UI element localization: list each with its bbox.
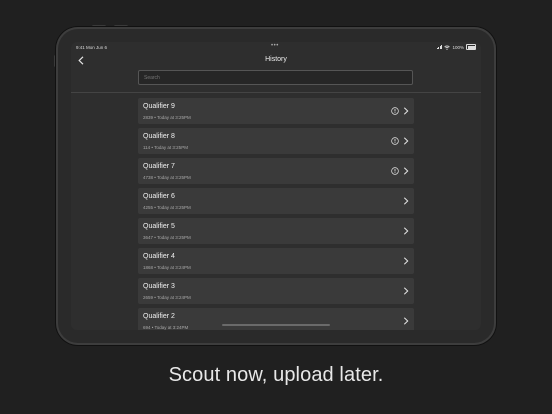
row-title: Qualifier 3 xyxy=(143,283,175,290)
navigation-bar: History xyxy=(71,52,481,68)
history-row[interactable]: Qualifier 5 3647 • Today at 3:25PM xyxy=(138,218,414,244)
history-row[interactable]: Qualifier 8 114 • Today at 3:25PM xyxy=(138,128,414,154)
status-time: 9:41 Mon Jun 6 xyxy=(76,45,107,50)
chevron-right-icon xyxy=(403,107,409,115)
row-title: Qualifier 4 xyxy=(143,253,175,260)
battery-percent: 100% xyxy=(452,44,464,50)
home-indicator[interactable] xyxy=(222,324,330,326)
row-subtitle: 4738 • Today at 3:25PM xyxy=(143,175,191,180)
row-subtitle: 2659 • Today at 3:24PM xyxy=(143,295,191,300)
row-subtitle: 2839 • Today at 3:25PM xyxy=(143,115,191,120)
chevron-right-icon xyxy=(403,167,409,175)
history-row[interactable]: Qualifier 6 4255 • Today at 3:25PM xyxy=(138,188,414,214)
status-bar: 9:41 Mon Jun 6 ••• 100% xyxy=(71,42,481,52)
chevron-right-icon xyxy=(403,227,409,235)
battery-icon xyxy=(466,44,476,50)
page-title: History xyxy=(265,56,287,63)
wifi-icon xyxy=(444,45,451,50)
status-date-text: Mon Jun 6 xyxy=(86,45,108,50)
row-subtitle: 114 • Today at 3:25PM xyxy=(143,145,188,150)
search-input[interactable] xyxy=(138,70,413,85)
row-title: Qualifier 9 xyxy=(143,103,175,110)
row-subtitle: 4255 • Today at 3:25PM xyxy=(143,205,191,210)
history-row[interactable]: Qualifier 2 694 • Today at 3:24PM xyxy=(138,308,414,330)
chevron-right-icon xyxy=(403,317,409,325)
alert-icon xyxy=(391,167,399,175)
row-title: Qualifier 7 xyxy=(143,163,175,170)
chevron-right-icon xyxy=(403,287,409,295)
row-subtitle: 1868 • Today at 3:24PM xyxy=(143,265,191,270)
row-title: Qualifier 2 xyxy=(143,313,175,320)
row-title: Qualifier 6 xyxy=(143,193,175,200)
row-title: Qualifier 5 xyxy=(143,223,175,230)
header-divider xyxy=(71,92,481,93)
history-row[interactable]: Qualifier 3 2659 • Today at 3:24PM xyxy=(138,278,414,304)
status-indicators: 100% xyxy=(436,44,476,50)
chevron-right-icon xyxy=(403,197,409,205)
signal-icon xyxy=(436,45,443,49)
alert-icon xyxy=(391,137,399,145)
app-screen: 9:41 Mon Jun 6 ••• 100% History Qualifie… xyxy=(71,42,481,330)
chevron-right-icon xyxy=(403,257,409,265)
row-subtitle: 3647 • Today at 3:25PM xyxy=(143,235,191,240)
row-title: Qualifier 8 xyxy=(143,133,175,140)
history-row[interactable]: Qualifier 9 2839 • Today at 3:25PM xyxy=(138,98,414,124)
promo-caption: Scout now, upload later. xyxy=(168,364,384,386)
history-list: Qualifier 9 2839 • Today at 3:25PM Qualifi… xyxy=(138,98,414,330)
alert-icon xyxy=(391,107,399,115)
row-subtitle: 694 • Today at 3:24PM xyxy=(143,325,189,330)
chevron-right-icon xyxy=(403,137,409,145)
multitask-dots[interactable]: ••• xyxy=(271,43,279,49)
history-row[interactable]: Qualifier 4 1868 • Today at 3:24PM xyxy=(138,248,414,274)
history-row[interactable]: Qualifier 7 4738 • Today at 3:25PM xyxy=(138,158,414,184)
status-time-text: 9:41 xyxy=(76,45,85,50)
